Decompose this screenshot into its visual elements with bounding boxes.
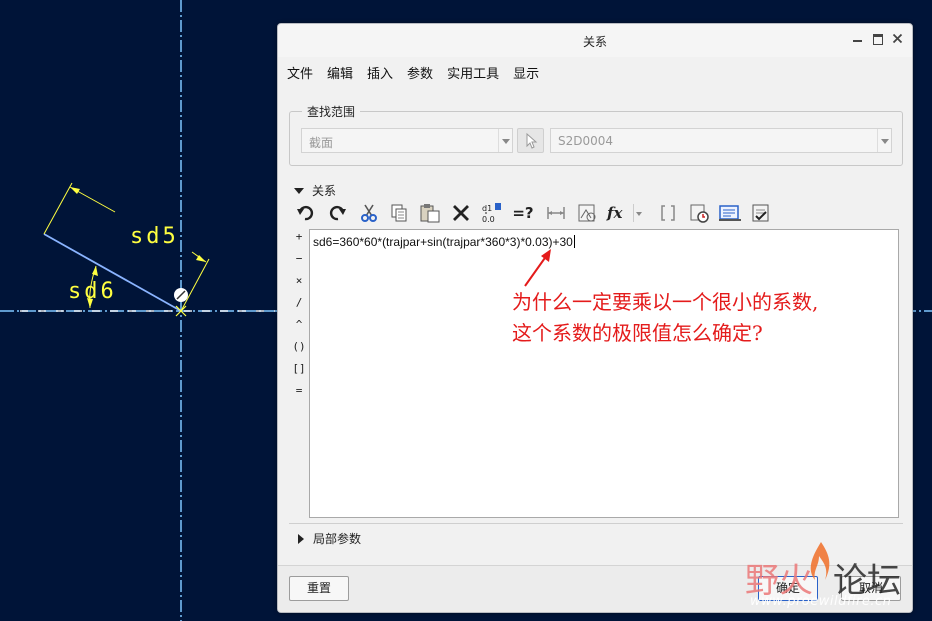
operator-minus[interactable]: − bbox=[291, 252, 307, 274]
question-annotation: 为什么一定要乘以一个很小的系数, 这个系数的极限值怎么确定? bbox=[512, 287, 892, 349]
copy-icon[interactable] bbox=[387, 201, 411, 225]
menu-bar: 文件 编辑 插入 参数 实用工具 显示 bbox=[278, 57, 912, 87]
operator-plus[interactable]: + bbox=[291, 230, 307, 252]
switch-dims-icon[interactable]: d1 0.0 bbox=[480, 201, 504, 225]
relation-text: sd6=360*60*(trajpar+sin(trajpar*360*3)*0… bbox=[313, 235, 573, 249]
relations-section-header[interactable]: 关系 bbox=[294, 182, 336, 199]
maximize-icon[interactable] bbox=[872, 33, 883, 45]
text-caret bbox=[573, 235, 575, 248]
local-params-label: 局部参数 bbox=[313, 532, 362, 546]
minimize-icon[interactable] bbox=[852, 33, 863, 44]
annotation-line-1: 为什么一定要乘以一个很小的系数, bbox=[512, 290, 819, 314]
local-param-icon[interactable] bbox=[718, 201, 742, 225]
undo-icon[interactable] bbox=[294, 201, 318, 225]
check-icon[interactable] bbox=[749, 201, 773, 225]
dimension-sd6[interactable]: sd6 bbox=[68, 279, 117, 304]
reset-button[interactable]: 重置 bbox=[289, 576, 349, 601]
menu-file[interactable]: 文件 bbox=[286, 63, 320, 82]
select-object-button[interactable] bbox=[517, 128, 544, 153]
pointer-icon bbox=[526, 132, 538, 149]
search-scope-group: 查找范围 截面 S2D0004 bbox=[289, 103, 903, 166]
close-icon[interactable] bbox=[892, 33, 903, 44]
svg-text:d1: d1 bbox=[482, 204, 492, 213]
function-button[interactable]: fx bbox=[603, 201, 643, 225]
type-combobox-value: 截面 bbox=[309, 136, 334, 150]
operator-equals[interactable]: = bbox=[291, 384, 307, 406]
paste-icon[interactable] bbox=[418, 201, 442, 225]
operator-divide[interactable]: / bbox=[291, 296, 307, 318]
relations-editor[interactable]: sd6=360*60*(trajpar+sin(trajpar*360*3)*0… bbox=[309, 229, 899, 518]
dialog-titlebar[interactable]: 关系 bbox=[278, 24, 912, 57]
chevron-down-icon[interactable] bbox=[498, 129, 512, 152]
menu-utilities[interactable]: 实用工具 bbox=[446, 63, 506, 82]
menu-edit[interactable]: 编辑 bbox=[326, 63, 360, 82]
local-params-section-header[interactable]: 局部参数 bbox=[298, 530, 361, 547]
cancel-button[interactable]: 取消 bbox=[841, 576, 901, 601]
dialog-title: 关系 bbox=[582, 35, 607, 49]
chevron-down-icon[interactable] bbox=[633, 204, 643, 222]
relations-section-label: 关系 bbox=[312, 184, 337, 198]
cut-icon[interactable] bbox=[357, 201, 381, 225]
menu-parameters[interactable]: 参数 bbox=[406, 63, 440, 82]
display-value-icon[interactable] bbox=[544, 201, 568, 225]
operator-brackets[interactable]: [] bbox=[291, 362, 307, 384]
menu-show[interactable]: 显示 bbox=[512, 63, 546, 82]
collapse-triangle-icon bbox=[294, 187, 304, 194]
parameter-brackets-icon[interactable] bbox=[656, 201, 680, 225]
operator-buttons: + − × / ^ () [] = bbox=[291, 230, 307, 406]
search-scope-legend: 查找范围 bbox=[302, 103, 361, 120]
operator-power[interactable]: ^ bbox=[291, 318, 307, 340]
operator-multiply[interactable]: × bbox=[291, 274, 307, 296]
menu-insert[interactable]: 插入 bbox=[366, 63, 400, 82]
object-combobox-value: S2D0004 bbox=[558, 134, 614, 148]
type-combobox[interactable]: 截面 bbox=[301, 128, 513, 153]
section-divider bbox=[289, 523, 903, 524]
annotation-line-2: 这个系数的极限值怎么确定? bbox=[512, 321, 763, 345]
delete-icon[interactable] bbox=[449, 201, 473, 225]
expand-triangle-icon bbox=[298, 533, 304, 544]
dimension-sd5[interactable]: sd5 bbox=[130, 224, 179, 249]
dialog-footer: 重置 确定 取消 bbox=[278, 565, 912, 612]
evaluate-icon[interactable]: =? bbox=[511, 201, 535, 225]
object-combobox[interactable]: S2D0004 bbox=[550, 128, 892, 153]
relations-toolbar: d1 0.0 =? fx bbox=[290, 201, 790, 227]
relation-line[interactable]: sd6=360*60*(trajpar+sin(trajpar*360*3)*0… bbox=[313, 235, 575, 249]
ok-button[interactable]: 确定 bbox=[758, 576, 818, 601]
verify-icon[interactable] bbox=[687, 201, 711, 225]
redo-icon[interactable] bbox=[325, 201, 349, 225]
operator-parentheses[interactable]: () bbox=[291, 340, 307, 362]
function-icon: fx bbox=[607, 204, 623, 222]
svg-text:0.0: 0.0 bbox=[482, 215, 495, 224]
sort-icon[interactable] bbox=[575, 201, 599, 225]
chevron-down-icon[interactable] bbox=[877, 129, 891, 152]
